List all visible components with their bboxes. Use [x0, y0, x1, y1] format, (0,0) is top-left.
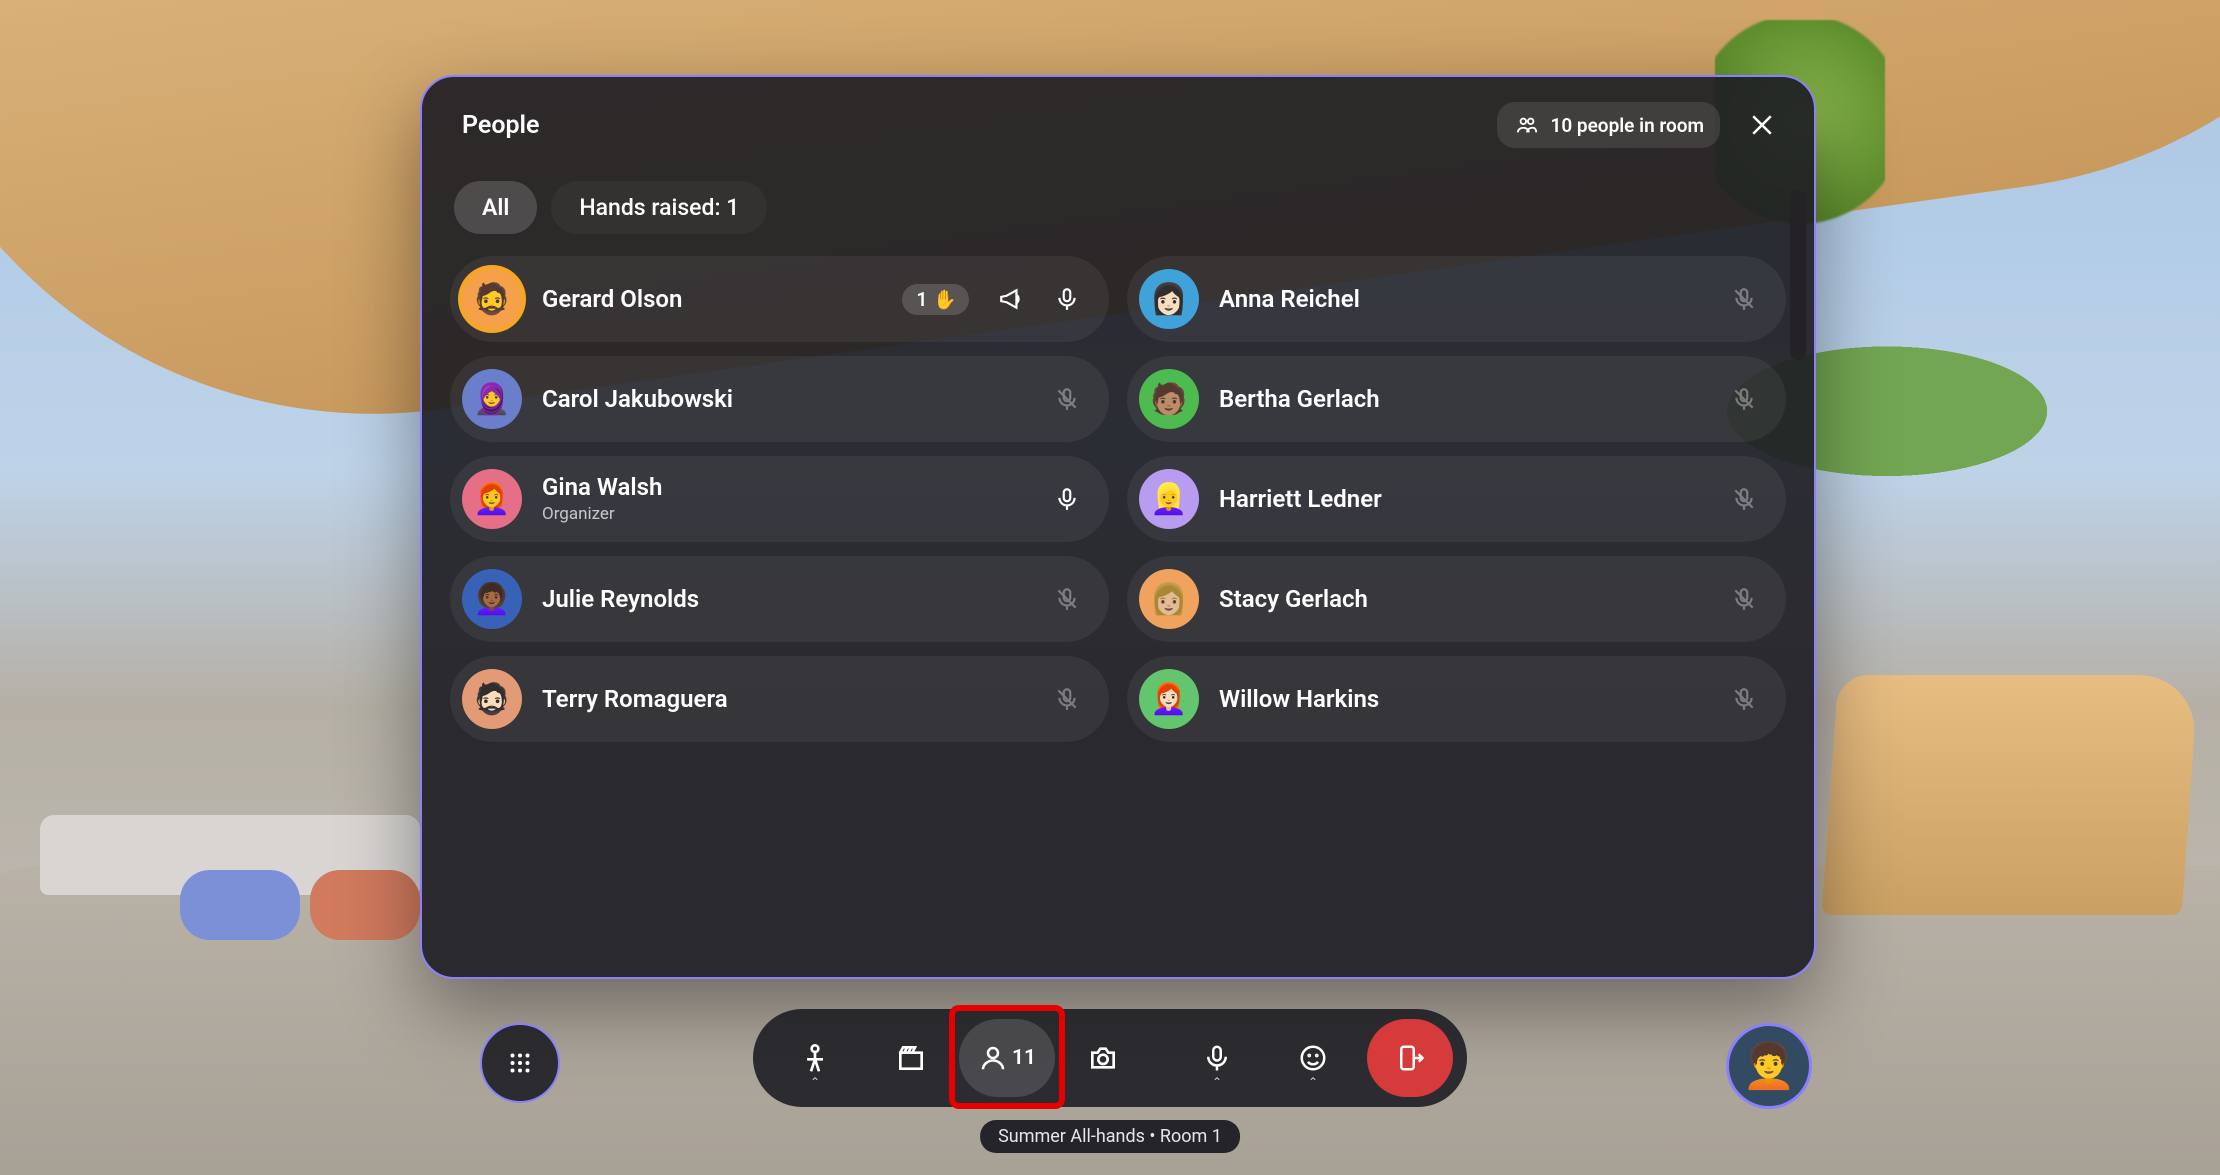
participant-name: Willow Harkins: [1219, 685, 1710, 714]
mic-muted-icon[interactable]: [1730, 385, 1758, 413]
dock-people-button[interactable]: 11: [959, 1019, 1055, 1097]
participant-name: Bertha Gerlach: [1219, 385, 1710, 414]
close-button[interactable]: [1744, 107, 1780, 143]
clapper-icon: [895, 1042, 927, 1074]
participant-row[interactable]: 👩‍🦰 Gina WalshOrganizer: [450, 456, 1109, 542]
self-avatar[interactable]: 🧑‍🦱: [1726, 1023, 1812, 1109]
chevron-up-icon: ⌃: [1308, 1075, 1318, 1089]
dock-leave-button[interactable]: [1367, 1019, 1453, 1097]
mic-muted-icon[interactable]: [1053, 685, 1081, 713]
avatar: 🧕: [462, 369, 522, 429]
mic-icon[interactable]: [1053, 285, 1081, 313]
chevron-up-icon: ⌃: [810, 1075, 820, 1089]
participant-row[interactable]: 👩🏻‍🦰 Willow Harkins: [1127, 656, 1786, 742]
dock-bar: ⌃ 11 ⌃ ⌃: [753, 1009, 1467, 1107]
close-icon: [1747, 110, 1777, 140]
dock-tooltip: Summer All-hands • Room 1: [980, 1120, 1240, 1153]
participant-row[interactable]: 🧔🏻 Terry Romaguera: [450, 656, 1109, 742]
participant-name: Gerard Olson: [542, 285, 882, 314]
mic-icon: [1202, 1043, 1232, 1073]
avatar: 👱‍♀️: [1139, 469, 1199, 529]
avatar: 🧑🏽: [1139, 369, 1199, 429]
avatar: 👩🏼: [1139, 569, 1199, 629]
pose-icon: [799, 1042, 831, 1074]
mic-muted-icon[interactable]: [1053, 585, 1081, 613]
avatar: 🧔: [462, 269, 522, 329]
participant-row[interactable]: 👩🏾‍🦱 Julie Reynolds: [450, 556, 1109, 642]
apps-grid-icon: [505, 1048, 535, 1078]
mic-muted-icon[interactable]: [1730, 685, 1758, 713]
mic-icon[interactable]: [1053, 485, 1081, 513]
dock-pose-button[interactable]: ⌃: [767, 1019, 863, 1097]
hand-raised-badge: 1 ✋: [902, 284, 969, 315]
bg-cushion-orange: [310, 870, 420, 940]
dock-emote-button[interactable]: ⌃: [1265, 1019, 1361, 1097]
panel-title: People: [462, 111, 540, 140]
participant-name: Harriett Ledner: [1219, 485, 1710, 514]
avatar: 👩‍🦰: [462, 469, 522, 529]
participant-name: Carol Jakubowski: [542, 385, 1033, 414]
mic-muted-icon[interactable]: [1053, 385, 1081, 413]
mic-muted-icon[interactable]: [1730, 285, 1758, 313]
dock-reactions-button[interactable]: [863, 1019, 959, 1097]
participant-row[interactable]: 👱‍♀️ Harriett Ledner: [1127, 456, 1786, 542]
bg-cushion-blue: [180, 870, 300, 940]
people-group-icon: [1513, 111, 1541, 139]
chevron-up-icon: ⌃: [1212, 1075, 1222, 1089]
bg-arch-right: [1822, 675, 2199, 915]
dock-camera-button[interactable]: [1055, 1019, 1151, 1097]
participant-name: Julie Reynolds: [542, 585, 1033, 614]
participant-name: Terry Romaguera: [542, 685, 1033, 714]
participant-row[interactable]: 🧑🏽 Bertha Gerlach: [1127, 356, 1786, 442]
avatar: 👩🏻: [1139, 269, 1199, 329]
participant-name: Anna Reichel: [1219, 285, 1710, 314]
room-count-label: 10 people in room: [1550, 114, 1704, 137]
dock-mic-button[interactable]: ⌃: [1169, 1019, 1265, 1097]
camera-icon: [1087, 1042, 1119, 1074]
participant-row[interactable]: 🧕 Carol Jakubowski: [450, 356, 1109, 442]
participant-row[interactable]: 👩🏻 Anna Reichel: [1127, 256, 1786, 342]
people-panel: People 10 people in room All Hands raise…: [420, 75, 1816, 979]
leave-icon: [1395, 1043, 1425, 1073]
avatar: 👩🏻‍🦰: [1139, 669, 1199, 729]
avatar: 👩🏾‍🦱: [462, 569, 522, 629]
room-count-chip[interactable]: 10 people in room: [1497, 102, 1720, 148]
participant-grid: 🧔 Gerard Olson 1 ✋ 👩🏻 Anna Reichel 🧕 Carol Jak…: [450, 256, 1786, 742]
tab-hands-raised[interactable]: Hands raised: 1: [551, 181, 767, 234]
participant-row[interactable]: 🧔 Gerard Olson 1 ✋: [450, 256, 1109, 342]
participant-name: Gina Walsh: [542, 473, 1033, 502]
participant-role: Organizer: [542, 504, 1033, 524]
apps-button[interactable]: [480, 1023, 560, 1103]
person-icon: [978, 1043, 1008, 1073]
mic-muted-icon[interactable]: [1730, 485, 1758, 513]
megaphone-icon[interactable]: [997, 285, 1025, 313]
mic-muted-icon[interactable]: [1730, 585, 1758, 613]
tab-all[interactable]: All: [454, 181, 537, 234]
dock-people-count: 11: [1012, 1046, 1036, 1070]
hand-raised-icon: ✋: [933, 288, 957, 311]
participant-name: Stacy Gerlach: [1219, 585, 1710, 614]
avatar: 🧔🏻: [462, 669, 522, 729]
participant-row[interactable]: 👩🏼 Stacy Gerlach: [1127, 556, 1786, 642]
emote-icon: [1298, 1043, 1328, 1073]
